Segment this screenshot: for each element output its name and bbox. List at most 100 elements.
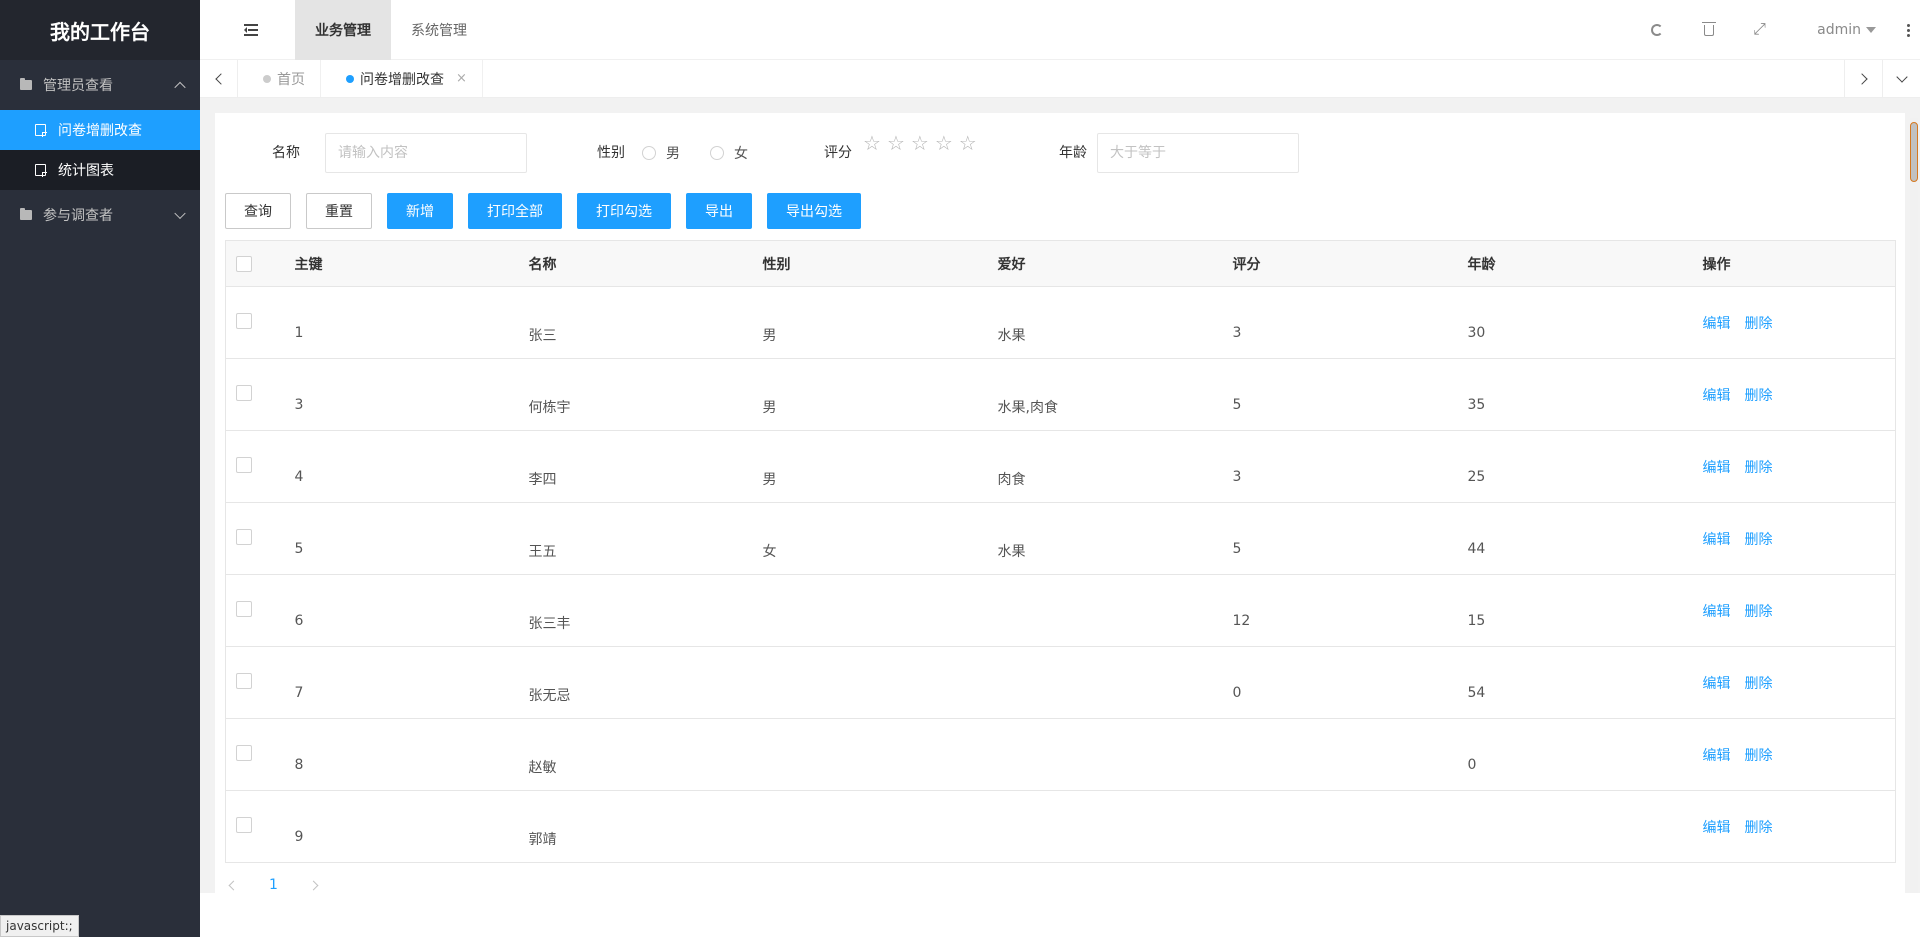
delete-link[interactable]: 删除 <box>1745 388 1773 404</box>
refresh-button[interactable] <box>1631 0 1683 60</box>
vertical-scrollbar[interactable] <box>1910 118 1918 893</box>
row-checkbox[interactable] <box>236 313 252 329</box>
sidebar-item-statistics-chart[interactable]: 统计图表 <box>0 150 200 190</box>
export-button[interactable]: 导出 <box>686 193 752 229</box>
edit-link[interactable]: 编辑 <box>1703 532 1731 548</box>
row-checkbox[interactable] <box>236 529 252 545</box>
delete-link[interactable]: 删除 <box>1745 316 1773 332</box>
star-icon[interactable]: ☆ <box>935 133 953 153</box>
delete-link[interactable]: 删除 <box>1745 748 1773 764</box>
delete-link[interactable]: 删除 <box>1745 532 1773 548</box>
select-all-checkbox[interactable] <box>236 255 252 272</box>
row-select-cell <box>225 718 280 791</box>
current-page[interactable]: 1 <box>269 877 278 893</box>
row-checkbox[interactable] <box>236 457 252 473</box>
cell-gender <box>747 574 983 647</box>
cell-score: 5 <box>1217 502 1453 575</box>
star-icon[interactable]: ☆ <box>959 133 977 153</box>
gender-radio-female[interactable]: 女 <box>710 133 748 173</box>
refresh-icon <box>1651 24 1664 36</box>
edit-link[interactable]: 编辑 <box>1703 604 1731 620</box>
cell-age: 44 <box>1452 502 1688 575</box>
content-card: 名称 性别 男 女 评分 ☆ ☆ ☆ ☆ ☆ 年龄 查询 <box>215 113 1905 893</box>
row-select-cell <box>225 430 280 503</box>
gender-radio-male[interactable]: 男 <box>642 133 680 173</box>
cell-score <box>1217 718 1453 791</box>
column-header: 评分 <box>1217 240 1453 287</box>
cell-age: 35 <box>1452 358 1688 431</box>
page-tabs: 首页 问卷增删改查 × <box>238 60 483 97</box>
tab-home[interactable]: 首页 <box>238 60 321 97</box>
name-input[interactable] <box>325 133 527 173</box>
star-icon[interactable]: ☆ <box>863 133 881 153</box>
row-actions: 编辑 删除 <box>1687 502 1896 575</box>
add-button[interactable]: 新增 <box>387 193 453 229</box>
column-header: 性别 <box>747 240 983 287</box>
cell-name: 李四 <box>513 430 748 503</box>
table-body: 1 张三男水果 3 30 编辑 删除 3 何栋宇男水果,肉食 5 35 编辑 删除 4 李四男肉食 3 25 编… <box>225 286 1896 863</box>
edit-link[interactable]: 编辑 <box>1703 748 1731 764</box>
row-actions: 编辑 删除 <box>1687 574 1896 647</box>
cell-age: 0 <box>1452 718 1688 791</box>
edit-link[interactable]: 编辑 <box>1703 316 1731 332</box>
row-checkbox[interactable] <box>236 601 252 617</box>
prev-page-icon[interactable] <box>228 880 239 890</box>
delete-link[interactable]: 删除 <box>1745 820 1773 836</box>
age-input[interactable] <box>1097 133 1299 173</box>
edit-link[interactable]: 编辑 <box>1703 676 1731 692</box>
tabs-scroll-right-button[interactable] <box>1844 60 1882 97</box>
row-checkbox[interactable] <box>236 745 252 761</box>
tabs-scroll-left-button[interactable] <box>200 60 238 97</box>
cell-hobby: 肉食 <box>982 430 1218 503</box>
tab-dot-icon <box>263 74 271 83</box>
close-icon[interactable]: × <box>456 71 467 86</box>
nav-item-system[interactable]: 系统管理 <box>391 0 487 60</box>
clear-cache-button[interactable] <box>1683 0 1735 60</box>
cell-hobby: 水果 <box>982 286 1218 359</box>
star-icon[interactable]: ☆ <box>911 133 929 153</box>
menu-toggle-icon[interactable] <box>244 24 258 36</box>
sidebar-group-admin[interactable]: 管理员查看 <box>0 60 200 110</box>
edit-link[interactable]: 编辑 <box>1703 820 1731 836</box>
sidebar-item-survey-crud[interactable]: 问卷增删改查 <box>0 110 200 150</box>
query-button[interactable]: 查询 <box>225 193 291 229</box>
cell-hobby <box>982 718 1218 791</box>
select-all-cell <box>225 240 280 287</box>
edit-link[interactable]: 编辑 <box>1703 460 1731 476</box>
print-selected-button[interactable]: 打印勾选 <box>577 193 671 229</box>
row-checkbox[interactable] <box>236 817 252 833</box>
cell-hobby: 水果 <box>982 502 1218 575</box>
delete-link[interactable]: 删除 <box>1745 676 1773 692</box>
row-checkbox[interactable] <box>236 673 252 689</box>
export-selected-button[interactable]: 导出勾选 <box>767 193 861 229</box>
rating-stars[interactable]: ☆ ☆ ☆ ☆ ☆ <box>863 123 977 163</box>
nav-item-business[interactable]: 业务管理 <box>295 0 391 60</box>
chevron-right-icon <box>1855 72 1868 85</box>
row-select-cell <box>225 790 280 863</box>
tabs-menu-button[interactable] <box>1882 60 1920 97</box>
radio-label: 女 <box>734 146 748 162</box>
cell-name: 张三 <box>513 286 748 359</box>
fullscreen-icon <box>1753 19 1767 39</box>
cell-score: 3 <box>1217 430 1453 503</box>
user-menu[interactable]: admin <box>1787 0 1896 60</box>
row-checkbox[interactable] <box>236 385 252 401</box>
scrollbar-thumb[interactable] <box>1910 122 1918 182</box>
more-vertical-icon[interactable] <box>1896 0 1920 60</box>
toolbar: 查询 重置 新增 打印全部 打印勾选 导出 导出勾选 <box>225 193 861 229</box>
cell-gender: 男 <box>747 430 983 503</box>
sidebar-group-participant[interactable]: 参与调查者 <box>0 190 200 240</box>
rating-label: 评分 <box>824 145 852 161</box>
fullscreen-button[interactable] <box>1735 0 1787 60</box>
caret-down-icon <box>1866 27 1876 33</box>
star-icon[interactable]: ☆ <box>887 133 905 153</box>
cell-id: 5 <box>279 502 514 575</box>
edit-link[interactable]: 编辑 <box>1703 388 1731 404</box>
delete-link[interactable]: 删除 <box>1745 604 1773 620</box>
delete-link[interactable]: 删除 <box>1745 460 1773 476</box>
next-page-icon[interactable] <box>308 880 319 890</box>
reset-button[interactable]: 重置 <box>306 193 372 229</box>
tab-survey-crud[interactable]: 问卷增删改查 × <box>321 60 483 97</box>
cell-hobby <box>982 574 1218 647</box>
print-all-button[interactable]: 打印全部 <box>468 193 562 229</box>
